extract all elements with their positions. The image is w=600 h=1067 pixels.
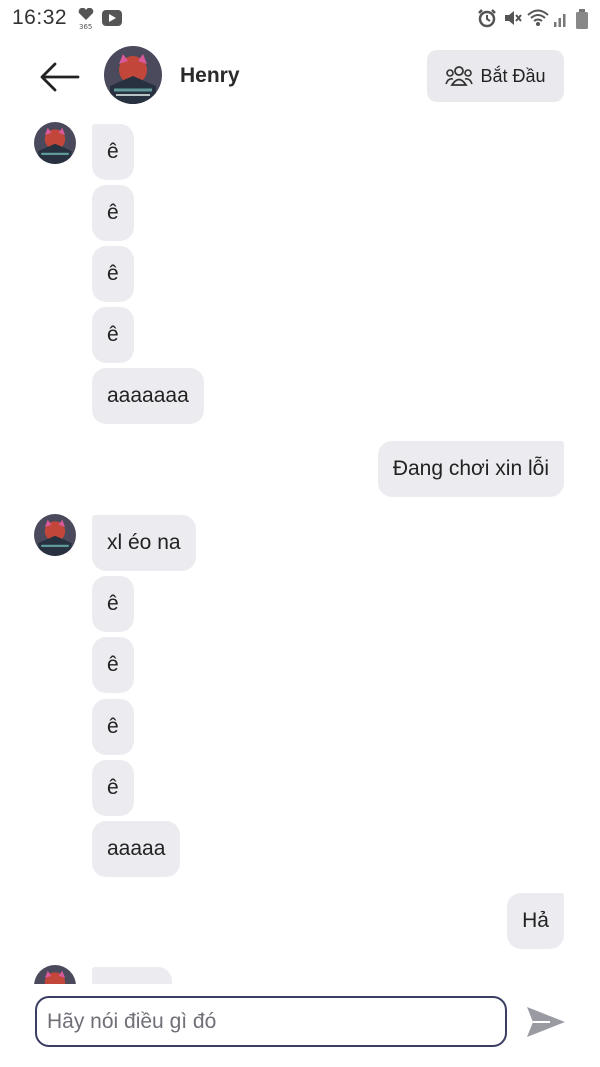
incoming-message[interactable]: ê xyxy=(92,576,134,632)
composer-bar xyxy=(0,984,600,1067)
message-avatar[interactable] xyxy=(34,122,76,164)
incoming-message[interactable]: ê xyxy=(92,760,134,816)
chat-header: Henry Bắt Đầu xyxy=(0,38,600,116)
incoming-message[interactable] xyxy=(92,967,172,984)
media-play-icon xyxy=(102,10,122,26)
incoming-message[interactable]: ê xyxy=(92,246,134,302)
incoming-message[interactable]: xl éo na xyxy=(92,515,196,571)
incoming-message[interactable]: ê xyxy=(92,307,134,363)
message-input[interactable] xyxy=(35,996,507,1047)
start-button-label: Bắt Đầu xyxy=(480,65,546,86)
incoming-message[interactable]: ê xyxy=(92,185,134,241)
message-list[interactable]: ê ê ê ê aaaaaaa Đang chơi xin lỗi xl éo … xyxy=(0,116,600,984)
incoming-message[interactable]: ê xyxy=(92,124,134,180)
status-bar: 16:32 365 xyxy=(0,0,600,38)
incoming-message[interactable]: ê xyxy=(92,699,134,755)
send-icon[interactable] xyxy=(524,1003,568,1041)
message-avatar[interactable] xyxy=(34,514,76,556)
heart-365-icon: 365 xyxy=(78,8,94,30)
mute-icon xyxy=(505,11,522,25)
contact-avatar[interactable] xyxy=(104,46,162,104)
battery-icon xyxy=(576,9,588,29)
arrow-left-icon[interactable] xyxy=(38,60,82,94)
start-button[interactable]: Bắt Đầu xyxy=(427,50,564,102)
group-icon xyxy=(445,66,474,86)
wifi-icon xyxy=(527,9,549,26)
alarm-icon xyxy=(478,9,496,28)
incoming-message[interactable]: aaaaa xyxy=(92,821,181,877)
outgoing-message[interactable]: Hả xyxy=(507,893,564,949)
contact-name: Henry xyxy=(180,64,240,87)
signal-icon xyxy=(554,14,566,27)
message-avatar[interactable] xyxy=(34,965,76,984)
svg-text:365: 365 xyxy=(79,23,92,30)
outgoing-message[interactable]: Đang chơi xin lỗi xyxy=(377,441,564,497)
status-time: 16:32 xyxy=(12,6,68,29)
incoming-message[interactable]: ê xyxy=(92,637,134,693)
incoming-message[interactable]: aaaaaaa xyxy=(92,368,204,424)
